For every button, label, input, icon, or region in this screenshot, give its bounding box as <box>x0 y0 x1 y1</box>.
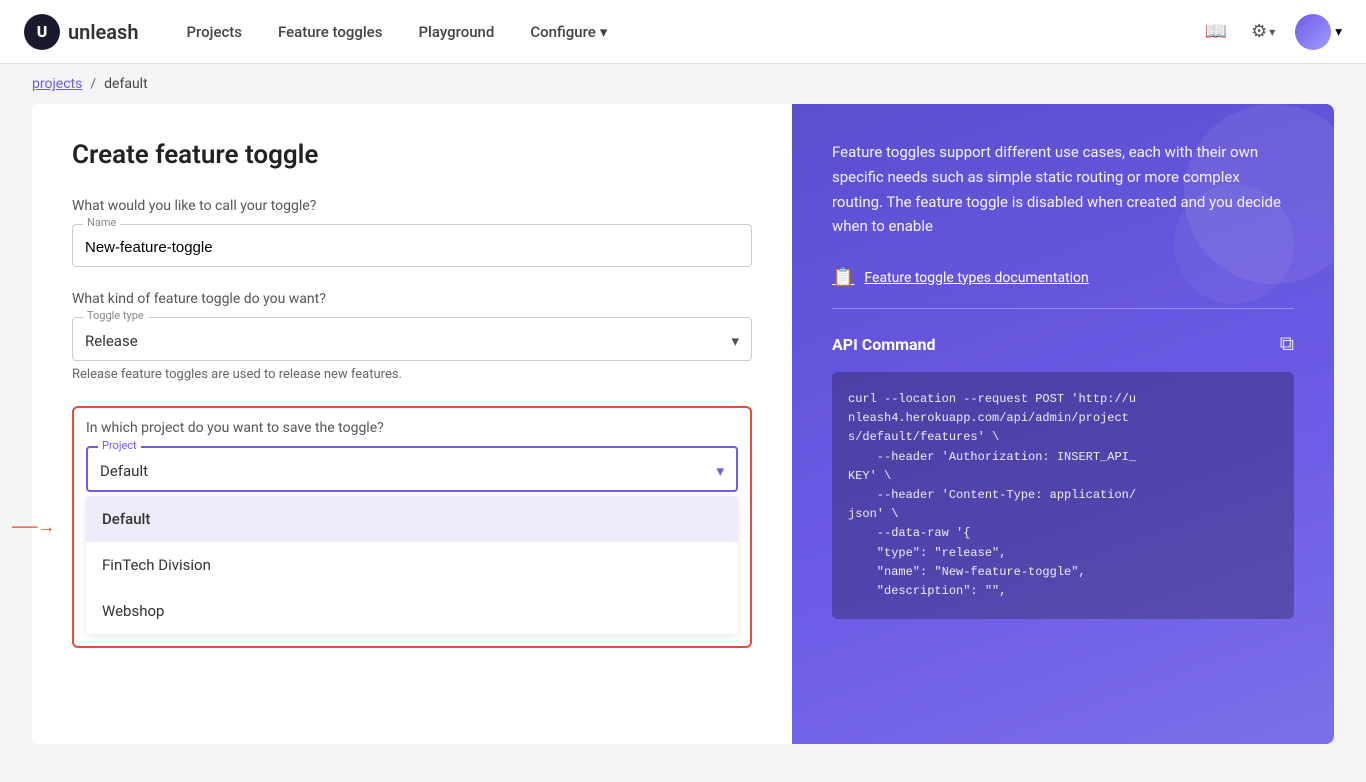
brand-link[interactable]: U unleash <box>24 14 138 50</box>
sidebar-description: Feature toggles support different use ca… <box>832 140 1294 239</box>
copy-button[interactable]: ⧉ <box>1280 333 1294 356</box>
brand-logo: U <box>24 14 60 50</box>
configure-chevron-icon: ▾ <box>600 23 608 41</box>
doc-link-icon: 📋 <box>832 267 854 288</box>
breadcrumb-area: projects / default <box>0 64 1366 104</box>
project-chevron-icon: ▾ <box>716 462 724 480</box>
user-avatar-button[interactable]: ▾ <box>1295 14 1342 50</box>
project-section: In which project do you want to save the… <box>72 406 752 648</box>
settings-button[interactable]: ⚙ ▾ <box>1247 17 1279 46</box>
avatar-chevron-icon: ▾ <box>1335 24 1342 40</box>
type-chevron-icon: ▾ <box>731 332 739 350</box>
copy-icon: ⧉ <box>1280 333 1294 355</box>
doc-link[interactable]: 📋 Feature toggle types documentation <box>832 267 1294 288</box>
form-title: Create feature toggle <box>72 140 752 170</box>
api-title: API Command <box>832 335 935 354</box>
dropdown-item-webshop[interactable]: Webshop <box>86 588 738 634</box>
breadcrumb-separator: / <box>90 76 96 92</box>
name-input-group: What would you like to call your toggle?… <box>72 198 752 267</box>
nav-configure[interactable]: Configure ▾ <box>530 23 607 41</box>
sidebar-panel: Feature toggles support different use ca… <box>792 104 1334 744</box>
avatar <box>1295 14 1331 50</box>
project-dropdown-list: Default FinTech Division Webshop <box>86 496 738 634</box>
name-input-wrapper: Name <box>72 224 752 267</box>
gear-icon: ⚙ <box>1251 21 1267 42</box>
breadcrumb: projects / default <box>32 76 1334 92</box>
nav-projects[interactable]: Projects <box>186 23 242 41</box>
code-block: curl --location --request POST 'http://u… <box>832 372 1294 619</box>
dropdown-item-default[interactable]: Default <box>86 496 738 542</box>
project-select[interactable]: Default ▾ <box>88 448 736 490</box>
type-field-label: Toggle type <box>83 309 148 322</box>
navbar-links: Projects Feature toggles Playground Conf… <box>186 23 1200 41</box>
name-field-label: Name <box>83 216 120 229</box>
brand-name: unleash <box>68 20 138 44</box>
type-select-wrapper: Toggle type Release ▾ <box>72 317 752 361</box>
breadcrumb-parent[interactable]: projects <box>32 76 82 92</box>
type-selected-value: Release <box>85 332 138 350</box>
project-select-wrapper: Project Default ▾ <box>86 446 738 492</box>
book-icon: 📖 <box>1205 21 1227 42</box>
settings-chevron-icon: ▾ <box>1269 25 1275 39</box>
project-question: In which project do you want to save the… <box>86 420 738 436</box>
main-content: Create feature toggle What would you lik… <box>0 104 1366 776</box>
type-input-group: What kind of feature toggle do you want?… <box>72 291 752 382</box>
divider <box>832 308 1294 309</box>
project-field-label: Project <box>98 439 141 452</box>
docs-icon-button[interactable]: 📖 <box>1201 17 1231 46</box>
doc-link-label: Feature toggle types documentation <box>864 270 1088 286</box>
navbar: U unleash Projects Feature toggles Playg… <box>0 0 1366 64</box>
breadcrumb-current: default <box>104 76 148 92</box>
arrow-indicator: ──→ <box>12 517 56 538</box>
toggle-description: Release feature toggles are used to rele… <box>72 367 752 382</box>
type-question: What kind of feature toggle do you want? <box>72 291 752 307</box>
nav-playground[interactable]: Playground <box>418 23 494 41</box>
form-card: Create feature toggle What would you lik… <box>32 104 792 744</box>
name-question: What would you like to call your toggle? <box>72 198 752 214</box>
navbar-right: 📖 ⚙ ▾ ▾ <box>1201 14 1342 50</box>
project-selected-value: Default <box>100 462 148 480</box>
dropdown-item-fintech[interactable]: FinTech Division <box>86 542 738 588</box>
nav-feature-toggles[interactable]: Feature toggles <box>278 23 382 41</box>
name-input[interactable] <box>73 225 751 266</box>
project-section-wrapper: ──→ In which project do you want to save… <box>72 406 752 648</box>
type-select[interactable]: Release ▾ <box>73 318 751 360</box>
api-header: API Command ⧉ <box>832 333 1294 356</box>
